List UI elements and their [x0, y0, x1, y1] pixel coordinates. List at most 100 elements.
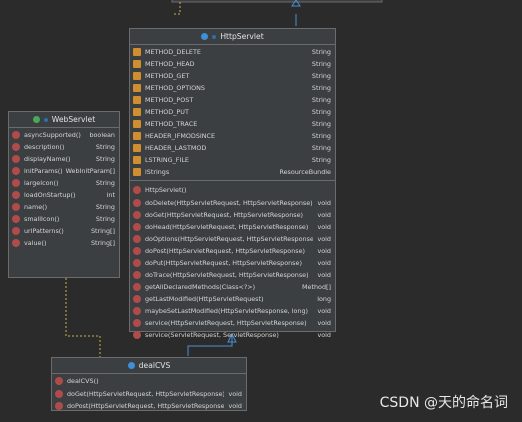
- member-name: HEADER_IFMODSINCE: [145, 132, 216, 140]
- annotation-dependency-line: [65, 278, 101, 357]
- member-name: smallIcon(): [24, 215, 60, 223]
- annotation-member-row[interactable]: largeIcon() String: [9, 177, 119, 189]
- field-row[interactable]: METHOD_DELETE String: [130, 46, 335, 58]
- annotation-member-row[interactable]: displayName() String: [9, 153, 119, 165]
- constructor-row[interactable]: dealCVS(): [52, 375, 246, 387]
- field-row[interactable]: METHOD_TRACE String: [130, 118, 335, 130]
- constructor-row[interactable]: HttpServlet(): [130, 184, 335, 196]
- annotation-member-row[interactable]: description() String: [9, 141, 119, 153]
- field-row[interactable]: HEADER_IFMODSINCE String: [130, 130, 335, 142]
- annotation-member-row[interactable]: asyncSupported() boolean: [9, 129, 119, 141]
- member-name: service(ServletRequest, ServletResponse): [145, 331, 279, 339]
- member-type: void: [317, 247, 331, 255]
- field-row[interactable]: HEADER_LASTMOD String: [130, 142, 335, 154]
- annotation-member-row[interactable]: loadOnStartup() int: [9, 189, 119, 201]
- member-name: lStrings: [145, 168, 170, 176]
- httpservlet-class-box[interactable]: HttpServlet METHOD_DELETE String METHOD_HE…: [129, 28, 336, 339]
- method-row[interactable]: service(ServletRequest, ServletResponse)…: [130, 329, 335, 341]
- annotation-member-row[interactable]: name() String: [9, 201, 119, 213]
- dealcvs-constructors: dealCVS(): [52, 374, 246, 387]
- member-type: String: [311, 72, 331, 80]
- method-row[interactable]: doTrace(HttpServletRequest, HttpServletR…: [130, 269, 335, 281]
- method-icon: [133, 283, 141, 291]
- method-row[interactable]: doGet(HttpServletRequest, HttpServletRes…: [52, 388, 246, 400]
- method-icon: [12, 179, 20, 187]
- member-name: METHOD_HEAD: [145, 60, 195, 68]
- method-row[interactable]: doPost(HttpServletRequest, HttpServletRe…: [52, 400, 246, 412]
- member-name: doGet(HttpServletRequest, HttpServletRes…: [145, 211, 304, 219]
- field-row[interactable]: METHOD_POST String: [130, 94, 335, 106]
- member-type: String: [95, 215, 115, 223]
- method-icon: [133, 259, 141, 267]
- method-row[interactable]: doOptions(HttpServletRequest, HttpServle…: [130, 233, 335, 245]
- annotation-member-row[interactable]: urlPatterns() String[]: [9, 225, 119, 237]
- member-type: void: [317, 271, 331, 279]
- member-type: String: [311, 48, 331, 56]
- member-type: void: [228, 402, 242, 410]
- method-row[interactable]: doHead(HttpServletRequest, HttpServletRe…: [130, 221, 335, 233]
- member-type: String: [311, 144, 331, 152]
- member-type: void: [317, 319, 331, 327]
- field-icon: [133, 96, 141, 104]
- method-row[interactable]: doPut(HttpServletRequest, HttpServletRes…: [130, 257, 335, 269]
- field-icon: [133, 144, 141, 152]
- field-row[interactable]: METHOD_GET String: [130, 70, 335, 82]
- webservlet-annotation-box[interactable]: WebServlet asyncSupported() boolean descri…: [8, 111, 120, 278]
- member-name: service(HttpServletRequest, HttpServletR…: [145, 319, 307, 327]
- method-row[interactable]: getLastModified(HttpServletRequest) long: [130, 293, 335, 305]
- annotation-member-row[interactable]: smallIcon() String: [9, 213, 119, 225]
- method-icon: [55, 390, 63, 398]
- member-name: initParams(): [24, 167, 62, 175]
- watermark-text: CSDN @天的命名词: [379, 395, 508, 411]
- member-name: METHOD_POST: [145, 96, 194, 104]
- field-row[interactable]: lStrings ResourceBundle: [130, 166, 335, 178]
- member-type: String: [311, 120, 331, 128]
- method-row[interactable]: service(HttpServletRequest, HttpServletR…: [130, 317, 335, 329]
- dealcvs-title: dealCVS: [138, 361, 171, 370]
- member-name: getAllDeclaredMethods(Class<?>): [145, 283, 256, 291]
- field-icon: [133, 108, 141, 116]
- annotation-member-row[interactable]: initParams() WebInitParam[]: [9, 165, 119, 177]
- method-icon: [12, 239, 20, 247]
- method-icon: [133, 271, 141, 279]
- field-row[interactable]: METHOD_HEAD String: [130, 58, 335, 70]
- method-row[interactable]: doPost(HttpServletRequest, HttpServletRe…: [130, 245, 335, 257]
- member-name: asyncSupported(): [24, 131, 81, 139]
- method-icon: [12, 155, 20, 163]
- member-type: Method[]: [302, 283, 331, 291]
- annotation-icon: [32, 116, 40, 123]
- method-icon: [12, 143, 20, 151]
- member-type: void: [317, 211, 331, 219]
- member-name: METHOD_TRACE: [145, 120, 198, 128]
- method-icon: [12, 227, 20, 235]
- method-row[interactable]: maybeSetLastModified(HttpServletResponse…: [130, 305, 335, 317]
- annotation-member-row[interactable]: value() String[]: [9, 237, 119, 249]
- method-row[interactable]: doGet(HttpServletRequest, HttpServletRes…: [130, 209, 335, 221]
- field-icon: [133, 48, 141, 56]
- dealcvs-class-box[interactable]: dealCVS dealCVS() doGet(HttpServletReque…: [51, 357, 247, 411]
- member-type: void: [228, 390, 242, 398]
- method-icon: [12, 203, 20, 211]
- member-type: void: [317, 223, 331, 231]
- field-row[interactable]: METHOD_PUT String: [130, 106, 335, 118]
- member-type: String: [311, 108, 331, 116]
- method-icon: [55, 377, 63, 385]
- field-row[interactable]: LSTRING_FILE String: [130, 154, 335, 166]
- httpservlet-fields: METHOD_DELETE String METHOD_HEAD String METH…: [130, 45, 335, 178]
- field-icon: [133, 72, 141, 80]
- member-name: HttpServlet(): [145, 186, 187, 194]
- member-type: String: [311, 84, 331, 92]
- method-row[interactable]: getAllDeclaredMethods(Class<?>) Method[]: [130, 281, 335, 293]
- webservlet-header: WebServlet: [9, 112, 119, 128]
- member-type: String[]: [90, 239, 115, 247]
- member-type: String: [95, 203, 115, 211]
- top-partial-box: [171, 0, 383, 3]
- field-row[interactable]: METHOD_OPTIONS String: [130, 82, 335, 94]
- member-name: doOptions(HttpServletRequest, HttpServle…: [145, 235, 314, 243]
- method-row[interactable]: doDelete(HttpServletRequest, HttpServlet…: [130, 197, 335, 209]
- class-icon: [201, 33, 209, 40]
- field-icon: [133, 84, 141, 92]
- member-type: String: [95, 179, 115, 187]
- dealcvs-methods: doGet(HttpServletRequest, HttpServletRes…: [52, 387, 246, 412]
- pin-icon: [43, 117, 48, 122]
